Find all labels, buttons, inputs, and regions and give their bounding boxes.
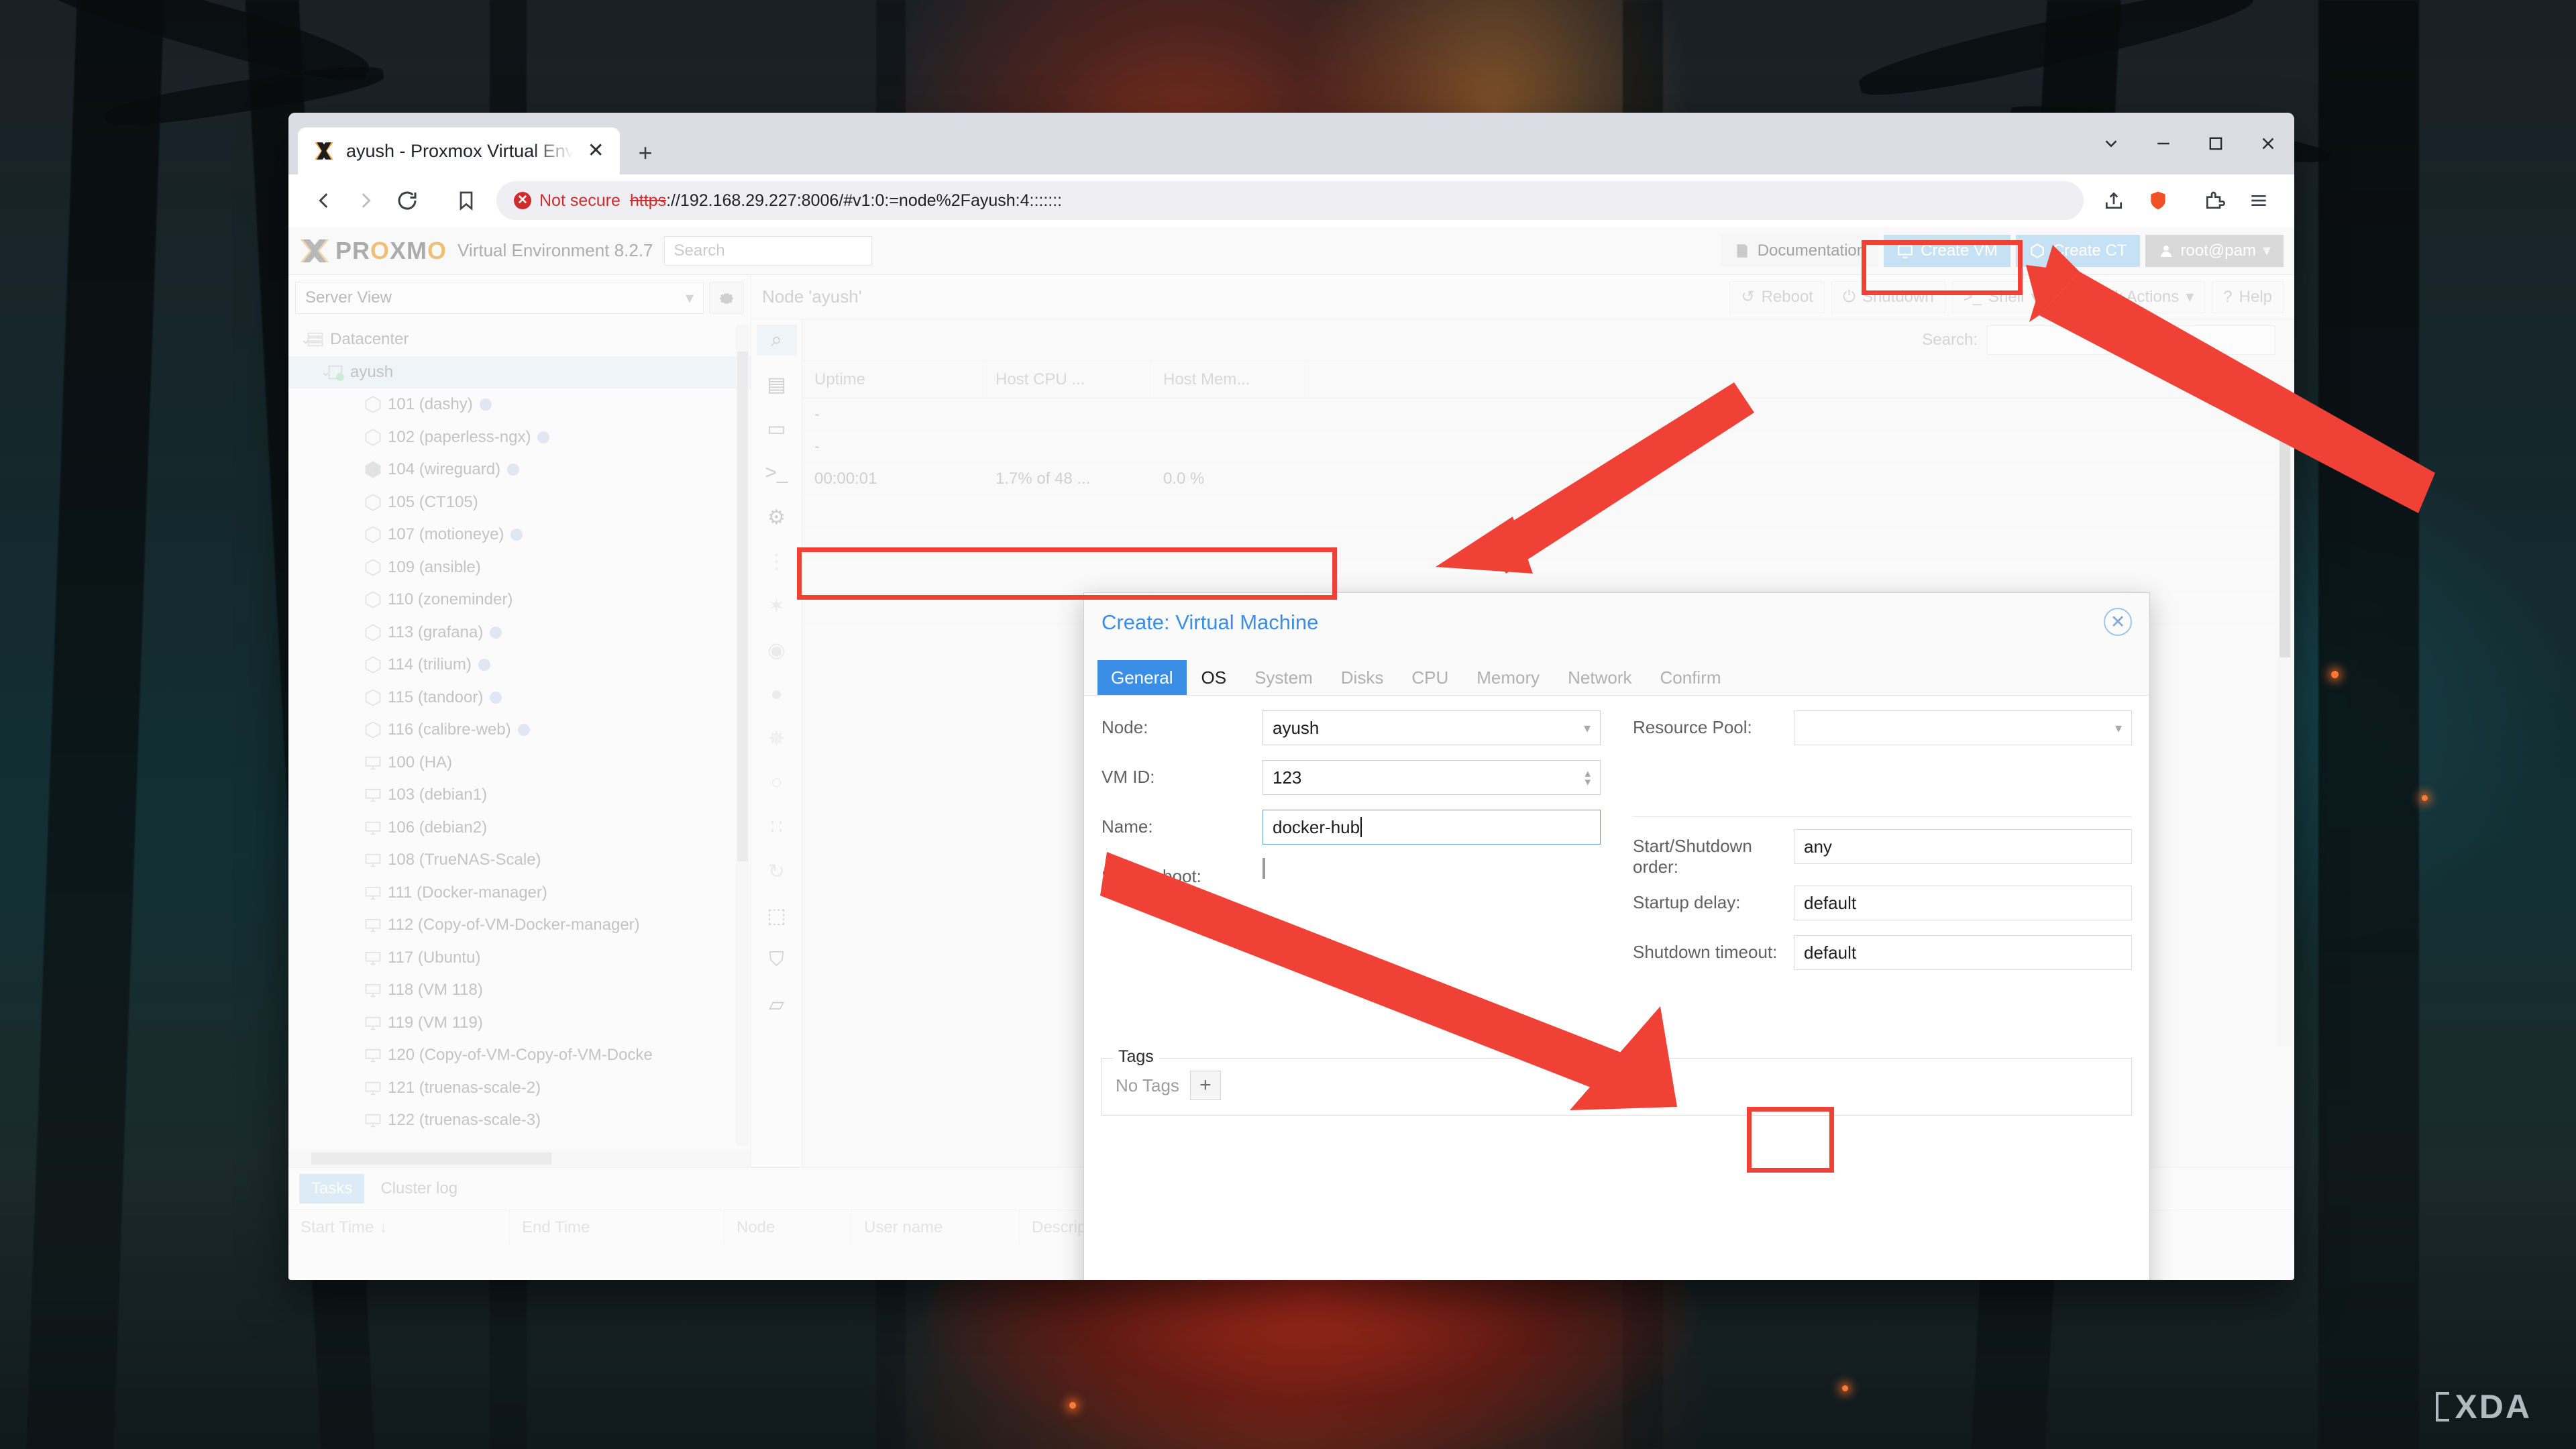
- close-icon[interactable]: ✕: [2104, 608, 2132, 636]
- window-controls: [2085, 113, 2294, 174]
- tags-legend: Tags: [1113, 1047, 1159, 1067]
- browser-tab-strip: ayush - Proxmox Virtual Enviror ✕ +: [288, 113, 2294, 174]
- startup-delay-label: Startup delay:: [1633, 892, 1741, 912]
- add-tag-button[interactable]: +: [1189, 1071, 1221, 1100]
- start-at-boot-row: Start at boot:: [1102, 858, 1601, 906]
- start-shutdown-order-label: Start/Shutdown order:: [1633, 836, 1752, 877]
- text-caret: [1360, 817, 1362, 837]
- tab-close-icon[interactable]: ✕: [584, 141, 608, 161]
- dialog-form: Node: ayush ▾ VM ID: 123 ▴ ▾ Name: docke…: [1084, 695, 2149, 1280]
- start-at-boot-checkbox[interactable]: [1263, 858, 1265, 879]
- proxmox-favicon-icon: [313, 140, 335, 162]
- vmid-field-row: VM ID: 123 ▴ ▾: [1102, 760, 1601, 802]
- browser-tab-title: ayush - Proxmox Virtual Enviror: [346, 140, 574, 161]
- not-secure-icon: ✕: [514, 192, 531, 209]
- new-tab-button[interactable]: +: [632, 141, 659, 165]
- dialog-tab-system[interactable]: System: [1241, 660, 1326, 695]
- vmid-input-value: 123: [1273, 767, 1302, 788]
- url-text: https://192.168.29.227:8006/#v1:0:=node%…: [630, 191, 1062, 211]
- name-input-value: docker-hub: [1273, 816, 1360, 837]
- watermark-bracket-icon: [2436, 1392, 2450, 1421]
- wallpaper-ember: [1841, 1385, 1848, 1391]
- name-field-label: Name:: [1102, 816, 1153, 837]
- not-secure-indicator[interactable]: ✕ Not secure: [514, 191, 621, 211]
- dialog-tab-cpu[interactable]: CPU: [1398, 660, 1462, 695]
- no-tags-label: No Tags: [1116, 1075, 1179, 1095]
- wallpaper-ember: [2421, 795, 2428, 801]
- dialog-tab-confirm[interactable]: Confirm: [1647, 660, 1735, 695]
- forward-button[interactable]: [345, 180, 386, 221]
- browser-menu-icon[interactable]: [2238, 180, 2279, 221]
- chevron-down-icon: ▾: [2114, 720, 2122, 736]
- dialog-tab-general[interactable]: General: [1097, 660, 1187, 695]
- node-select-value: ayush: [1273, 717, 1320, 738]
- node-field-label: Node:: [1102, 717, 1148, 737]
- wallpaper-tree: [2318, 0, 2419, 1449]
- start-shutdown-order-input[interactable]: any: [1794, 829, 2132, 864]
- resource-pool-select[interactable]: ▾: [1794, 710, 2132, 745]
- shutdown-timeout-input[interactable]: default: [1794, 935, 2132, 970]
- window-close-icon[interactable]: [2242, 113, 2294, 174]
- resource-pool-row: Resource Pool: ▾: [1633, 710, 2132, 752]
- bookmark-icon[interactable]: [445, 180, 487, 221]
- form-column-right: Resource Pool: ▾ Start/Shutdown order: a…: [1633, 710, 2132, 985]
- window-maximize-icon[interactable]: [2190, 113, 2242, 174]
- brave-shield-icon[interactable]: [2137, 180, 2179, 221]
- startup-delay-row: Startup delay: default: [1633, 885, 2132, 927]
- watermark-text: XDA: [2455, 1388, 2532, 1426]
- chevron-down-icon: ▾: [1583, 720, 1591, 736]
- dialog-tab-memory[interactable]: Memory: [1463, 660, 1553, 695]
- not-secure-label: Not secure: [539, 191, 621, 210]
- back-button[interactable]: [303, 180, 345, 221]
- startup-delay-input[interactable]: default: [1794, 885, 2132, 920]
- node-field-row: Node: ayush ▾: [1102, 710, 1601, 752]
- wallpaper-tree: [26, 0, 164, 1449]
- share-icon[interactable]: [2093, 180, 2135, 221]
- dialog-tab-os[interactable]: OS: [1188, 660, 1240, 695]
- xda-watermark: XDA: [2436, 1387, 2532, 1426]
- browser-window: ayush - Proxmox Virtual Enviror ✕ +: [288, 113, 2294, 1280]
- name-input[interactable]: docker-hub: [1263, 810, 1601, 845]
- name-field-row: Name: docker-hub: [1102, 810, 1601, 851]
- proxmox-app: PROXMO Virtual Environment 8.2.7 Search …: [288, 227, 2294, 1280]
- extensions-icon[interactable]: [2194, 180, 2235, 221]
- reload-button[interactable]: [386, 180, 428, 221]
- shutdown-timeout-row: Shutdown timeout: default: [1633, 935, 2132, 977]
- start-shutdown-order-row: Start/Shutdown order: any: [1633, 829, 2132, 877]
- tab-search-chevron-icon[interactable]: [2085, 113, 2137, 174]
- resource-pool-label: Resource Pool:: [1633, 717, 1752, 737]
- url-scheme: https: [629, 191, 667, 210]
- create-vm-dialog: Create: Virtual Machine ✕ General OS Syste…: [1083, 592, 2150, 1280]
- toolbar-right-actions: [2093, 180, 2279, 221]
- form-column-left: Node: ayush ▾ VM ID: 123 ▴ ▾ Name: docke…: [1102, 710, 1601, 985]
- address-bar[interactable]: ✕ Not secure https://192.168.29.227:8006…: [496, 181, 2084, 220]
- browser-tab[interactable]: ayush - Proxmox Virtual Enviror ✕: [298, 127, 620, 174]
- dialog-tabs: General OS System Disks CPU Memory Network Conf…: [1084, 652, 2149, 695]
- start-at-boot-label: Start at boot:: [1102, 866, 1201, 886]
- shutdown-timeout-label: Shutdown timeout:: [1633, 942, 1778, 962]
- spinner-icon[interactable]: ▴ ▾: [1585, 767, 1591, 788]
- dialog-header: Create: Virtual Machine ✕: [1084, 593, 2149, 652]
- dialog-tab-network[interactable]: Network: [1554, 660, 1645, 695]
- dialog-title: Create: Virtual Machine: [1102, 610, 1319, 634]
- window-minimize-icon[interactable]: [2137, 113, 2190, 174]
- tags-fieldset: Tags No Tags +: [1102, 1047, 2132, 1116]
- dialog-tab-disks[interactable]: Disks: [1328, 660, 1397, 695]
- form-divider: [1633, 816, 2132, 817]
- browser-toolbar: ✕ Not secure https://192.168.29.227:8006…: [288, 174, 2294, 227]
- vmid-field-label: VM ID:: [1102, 767, 1155, 787]
- node-select[interactable]: ayush ▾: [1263, 710, 1601, 745]
- vmid-input[interactable]: 123 ▴ ▾: [1263, 760, 1601, 795]
- wallpaper-ember: [1069, 1402, 1076, 1409]
- url-rest: ://192.168.29.227:8006/#v1:0:=node%2Fayu…: [666, 191, 1063, 210]
